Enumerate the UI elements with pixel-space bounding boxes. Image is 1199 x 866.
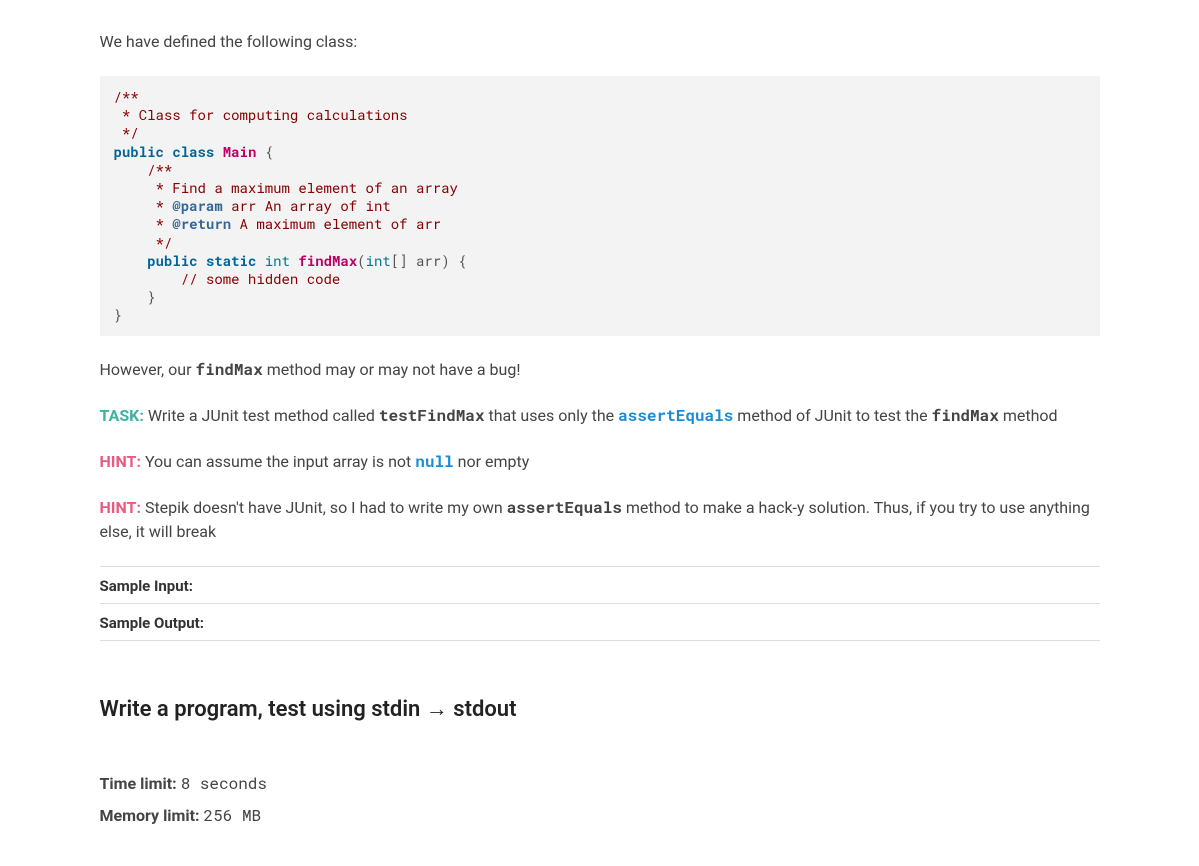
sample-input-header: Sample Input: [100,566,1100,603]
text: method [999,406,1058,425]
code-text: } [114,287,156,306]
text: However, our [100,360,196,379]
text: Stepik doesn't have JUnit, so I had to w… [141,498,507,517]
content: We have defined the following class: /**… [88,30,1112,828]
code-comment: /** [114,87,139,106]
inline-code: findMax [196,359,263,380]
inline-code-link[interactable]: null [415,451,453,472]
memory-limit: Memory limit: 256 MB [100,804,1100,828]
text: method of JUnit to test the [733,406,931,425]
code-method: findMax [298,251,357,270]
code-text [114,251,148,270]
code-block: /** * Class for computing calculations *… [100,76,1100,336]
code-keyword: static [206,251,256,270]
paragraph-hint2: HINT: Stepik doesn't have JUnit, so I ha… [100,496,1100,544]
code-type: int [265,251,290,270]
time-limit-label: Time limit: [100,774,181,793]
text: Write a JUnit test method called [144,406,379,425]
code-comment: */ [114,123,139,142]
text: nor empty [454,452,530,471]
intro-text: We have defined the following class: [100,30,1100,54]
task-label: TASK: [100,406,144,425]
code-comment: */ [114,233,173,252]
code-text: { [256,142,273,161]
text: that uses only the [485,406,619,425]
code-text: } [114,305,122,324]
code-doctag: @return [172,214,231,233]
hint-label: HINT: [100,452,141,471]
code-comment: A maximum element of arr [231,214,441,233]
code-keyword: public [147,251,197,270]
paragraph-hint1: HINT: You can assume the input array is … [100,450,1100,474]
code-comment: * Class for computing calculations [114,105,408,124]
code-class: Main [223,142,257,161]
text: You can assume the input array is not [141,452,415,471]
time-limit-value: 8 seconds [181,773,267,794]
code-comment: /** [114,160,173,179]
code-comment: // some hidden code [114,269,341,288]
memory-limit-value: 256 MB [204,805,262,826]
time-limit: Time limit: 8 seconds [100,772,1100,796]
code-comment: * [114,196,173,215]
code-text: ( [357,251,365,270]
inline-code-link[interactable]: assertEquals [618,405,733,426]
paragraph-however: However, our findMax method may or may n… [100,358,1100,382]
paragraph-task: TASK: Write a JUnit test method called t… [100,404,1100,428]
section-heading: Write a program, test using stdin → stdo… [100,696,1100,722]
text: method may or may not have a bug! [263,360,521,379]
code-keyword: public [114,142,164,161]
inline-code: testFindMax [379,405,485,426]
code-comment: * Find a maximum element of an array [114,178,458,197]
sample-output-header: Sample Output: [100,603,1100,641]
hint-label: HINT: [100,498,141,517]
code-comment: * [114,214,173,233]
code-comment: arr An array of int [223,196,391,215]
code-keyword: class [172,142,214,161]
inline-code: assertEquals [507,497,622,518]
inline-code: findMax [932,405,999,426]
code-type: int [366,251,391,270]
code-text: [] arr) { [391,251,467,270]
code-doctag: @param [172,196,222,215]
memory-limit-label: Memory limit: [100,806,204,825]
